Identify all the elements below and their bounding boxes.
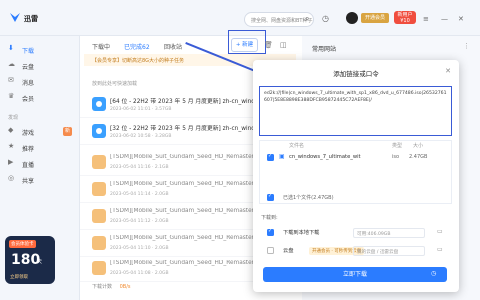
vip-badge[interactable]: 新用户 ¥10 — [394, 11, 416, 24]
promo-tag: 会员体验卡 — [9, 240, 36, 248]
column-header-name: 文件名 — [289, 143, 305, 149]
list-header: 放到此处可快速加载 — [92, 81, 138, 87]
tab-completed[interactable]: 已完成62 — [124, 42, 150, 51]
xunlei-logo-icon — [10, 13, 20, 22]
file-meta: 2023-05-04 11:16 · 2.1GB — [110, 165, 169, 170]
sidebar-item-label: 共享 — [22, 178, 35, 185]
promo-days: 180 — [11, 252, 41, 268]
select-all-checkbox[interactable] — [267, 193, 274, 201]
vip-badge-line2: ¥10 — [400, 18, 410, 24]
more-icon[interactable]: ⋮ — [463, 42, 470, 50]
local-checkbox[interactable] — [267, 228, 274, 236]
trash-icon[interactable]: 🗑 — [264, 41, 273, 49]
game-icon: ◆ — [8, 126, 14, 134]
close-window-icon[interactable]: ✕ — [458, 15, 464, 23]
sidebar-item-label: 云盘 — [22, 64, 35, 71]
disc-icon — [92, 97, 106, 111]
folder-icon[interactable]: ▭ — [437, 228, 443, 235]
option-local-download[interactable]: 下载到本地下载 可用:406.09GB ▭ — [259, 226, 452, 240]
sidebar-item-recommend[interactable]: ★ 推荐 — [8, 142, 72, 155]
save-path-input[interactable]: 可用:406.09GB — [353, 228, 425, 238]
file-meta: 2023-06-02 10:58 · 3.28GB — [110, 134, 172, 139]
new-badge: 新 — [63, 127, 72, 136]
folder-icon — [92, 209, 106, 223]
promo-unit: 天 — [37, 259, 43, 265]
cloud-path-input[interactable]: 我的云盘 / 迅雷云盘 — [353, 246, 425, 256]
file-meta: 2023-05-04 11:12 · 2.0GB — [110, 219, 169, 224]
play-icon: ▶ — [8, 158, 14, 166]
status-footer: 下载计数 0B/s — [92, 283, 131, 290]
sidebar-item-live[interactable]: ▶ 直播 — [8, 158, 72, 171]
new-task-button[interactable]: + 新建 — [231, 38, 258, 52]
share-icon: ◎ — [8, 174, 15, 182]
file-checkbox[interactable] — [267, 153, 274, 161]
folder-icon — [92, 261, 106, 275]
disc-icon — [92, 124, 106, 138]
selected-summary: 已选1个文件(2.47GB) — [283, 195, 334, 201]
promo-cta: 立即领取 — [10, 275, 28, 280]
file-meta: 2023-05-04 11:08 · 2.0GB — [110, 271, 169, 276]
folder-icon — [92, 182, 106, 196]
folder-icon — [92, 236, 106, 250]
history-icon[interactable]: ◷ — [322, 14, 329, 23]
schedule-icon[interactable]: ◷ — [431, 270, 436, 277]
xunlei-app: 迅雷 搜全网、网盘资源和BT种子 ⌕ ◷ 开通会员 新用户 ¥10 ≡ — ✕ ⬇… — [0, 0, 480, 300]
cloud-icon: ☁ — [8, 60, 15, 68]
sidebar-item-label: 下载 — [22, 48, 35, 55]
app-name: 迅雷 — [24, 15, 38, 23]
search-input[interactable]: 搜全网、网盘资源和BT种子 — [244, 12, 314, 27]
sidebar-section-discover: 发现 — [8, 115, 19, 121]
common-sites-title: 常用网站 — [312, 46, 337, 53]
close-icon[interactable]: ✕ — [445, 67, 451, 75]
column-header-size: 大小 — [413, 143, 424, 149]
download-to-label: 下载到: — [261, 215, 278, 221]
sidebar: ⬇ 下载 ☁ 云盘 ✉ 消息 ♛ 会员 发现 ◆ 游戏 新 ★ 推荐 ▶ 直播 — [0, 36, 80, 300]
file-name: cn_windows_7_ultimate_with_sp1... — [289, 154, 361, 160]
sidebar-item-games[interactable]: ◆ 游戏 新 — [8, 126, 72, 139]
download-now-button[interactable]: 立即下载 — [263, 267, 447, 282]
option-label: 云盘 — [283, 248, 294, 254]
vip-button[interactable]: 开通会员 — [361, 13, 389, 23]
crown-icon: ♛ — [8, 92, 15, 100]
search-icon[interactable]: ⌕ — [305, 14, 309, 24]
sidebar-item-label: 消息 — [22, 80, 35, 87]
tab-downloading[interactable]: 下载中 — [92, 42, 110, 51]
folder-icon — [92, 155, 106, 169]
sidebar-item-label: 会员 — [22, 96, 35, 103]
file-meta: 2023-05-04 11:10 · 2.0GB — [110, 246, 169, 251]
message-icon: ✉ — [8, 76, 14, 84]
sidebar-item-messages[interactable]: ✉ 消息 — [8, 76, 72, 89]
menu-icon[interactable]: ≡ — [423, 15, 429, 23]
sidebar-item-download[interactable]: ⬇ 下载 — [8, 44, 72, 57]
link-input[interactable]: ed2k://|file|cn_windows_7_ultimate_with_… — [259, 86, 452, 136]
sidebar-item-label: 推荐 — [22, 146, 35, 153]
tab-trash[interactable]: 回收站 — [164, 42, 182, 51]
add-link-dialog: 添加链接或口令 ✕ ed2k://|file|cn_windows_7_ulti… — [253, 60, 459, 292]
option-cloud[interactable]: 云盘 开通会员 · 可秒传到云盘 我的云盘 / 迅雷云盘 ▭ — [259, 244, 452, 258]
minimize-icon[interactable]: — — [441, 15, 448, 23]
option-label: 下载到本地下载 — [283, 230, 320, 236]
cloud-checkbox[interactable] — [267, 247, 274, 254]
layout-icon[interactable]: ◫ — [280, 41, 287, 49]
file-meta: 2023-06-02 11:01 · 3.57GB — [110, 107, 172, 112]
sidebar-item-label: 直播 — [22, 162, 35, 169]
file-type: iso — [392, 154, 400, 160]
dialog-title: 添加链接或口令 — [333, 70, 379, 78]
download-icon: ⬇ — [8, 44, 14, 52]
folder-icon[interactable]: ▭ — [437, 246, 443, 253]
footer-label: 下载计数 — [92, 284, 113, 290]
column-header-type: 类型 — [392, 143, 403, 149]
avatar[interactable] — [346, 12, 358, 24]
sidebar-item-share[interactable]: ◎ 共享 — [8, 174, 72, 187]
file-size: 2.47GB — [409, 154, 428, 160]
file-icon: ▣ — [279, 153, 285, 160]
sidebar-item-label: 游戏 — [22, 130, 35, 137]
sidebar-item-cloud[interactable]: ☁ 云盘 — [8, 60, 72, 73]
file-meta: 2023-05-04 11:14 · 2.0GB — [110, 192, 169, 197]
download-speed: 0B/s — [119, 284, 131, 290]
sidebar-item-vip[interactable]: ♛ 会员 — [8, 92, 72, 105]
vip-promo-card[interactable]: 会员体验卡 180 天 立即领取 — [5, 236, 55, 284]
star-icon: ★ — [8, 142, 15, 150]
